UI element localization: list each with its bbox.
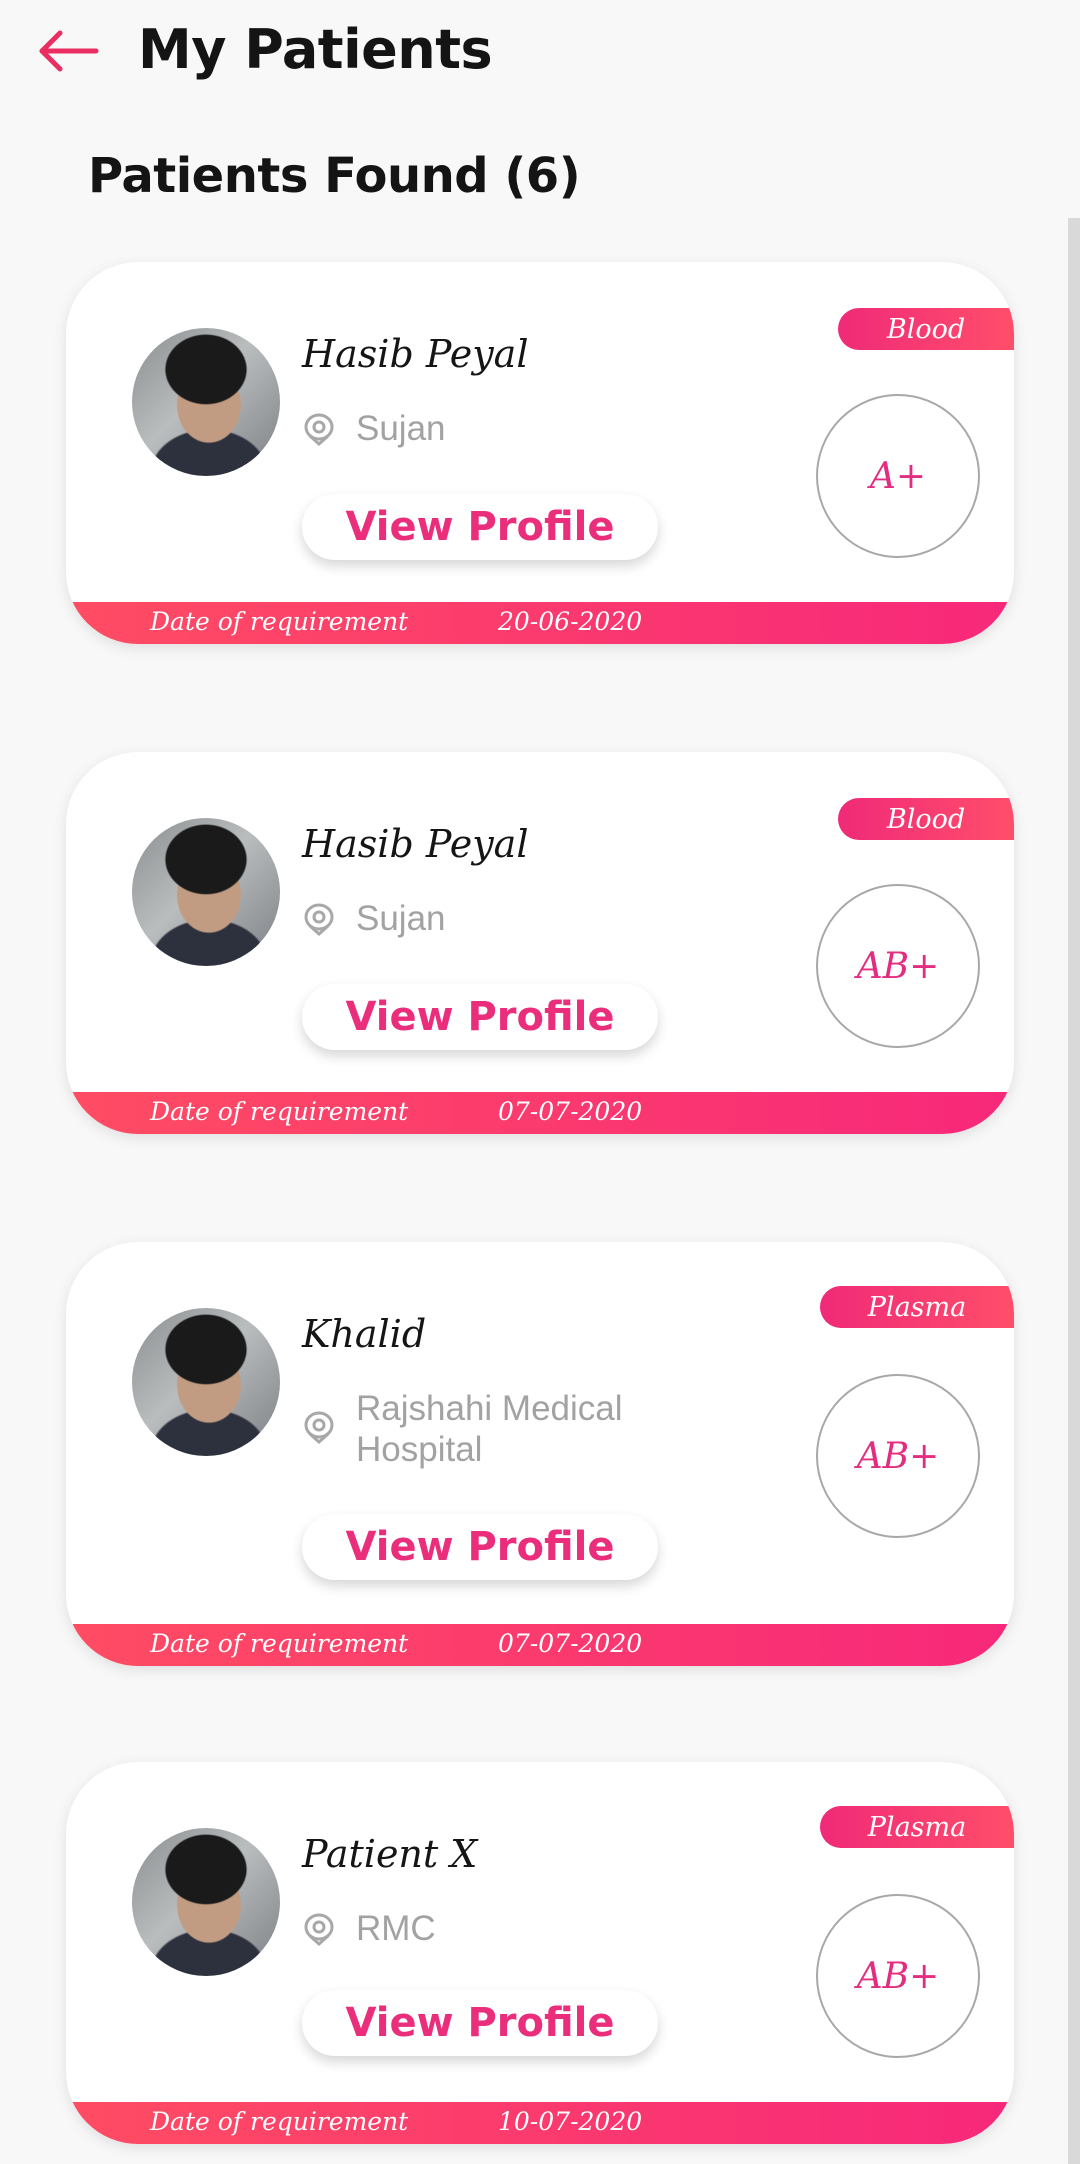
patient-card[interactable]: Patient X RMC View Profile Plasma AB+ Da… (66, 1762, 1014, 2144)
date-of-requirement-bar: Date of requirement 07-07-2020 (66, 1092, 1014, 1134)
patient-location: Sujan (356, 409, 446, 448)
date-label: Date of requirement (150, 607, 409, 636)
patient-name: Hasib Peyal (302, 822, 529, 866)
patient-card[interactable]: Khalid Rajshahi Medical Hospital View Pr… (66, 1242, 1014, 1666)
view-profile-button[interactable]: View Profile (302, 494, 658, 560)
date-value: 20-06-2020 (498, 607, 643, 636)
location-pin-icon (304, 413, 334, 446)
arrow-left-icon (39, 30, 99, 72)
patient-location: RMC (356, 1909, 436, 1948)
view-profile-button[interactable]: View Profile (302, 984, 658, 1050)
view-profile-button[interactable]: View Profile (302, 1990, 658, 2056)
donation-type-badge: Blood (838, 798, 1014, 840)
donation-type-badge: Plasma (820, 1806, 1014, 1848)
app-header: My Patients (0, 0, 1080, 110)
blood-group-circle: A+ (816, 394, 980, 558)
date-value: 10-07-2020 (498, 2107, 643, 2136)
view-profile-button[interactable]: View Profile (302, 1514, 658, 1580)
blood-group-circle: AB+ (816, 1374, 980, 1538)
date-value: 07-07-2020 (498, 1097, 643, 1126)
avatar (132, 818, 280, 966)
location-pin-icon (304, 903, 334, 936)
date-label: Date of requirement (150, 2107, 409, 2136)
date-label: Date of requirement (150, 1629, 409, 1658)
patient-name: Khalid (302, 1312, 427, 1356)
back-button[interactable] (38, 26, 100, 76)
avatar (132, 1828, 280, 1976)
blood-group-circle: AB+ (816, 1894, 980, 2058)
patient-card[interactable]: Hasib Peyal Sujan View Profile Blood AB+… (66, 752, 1014, 1134)
date-of-requirement-bar: Date of requirement 07-07-2020 (66, 1624, 1014, 1666)
donation-type-badge: Blood (838, 308, 1014, 350)
avatar (132, 328, 280, 476)
date-of-requirement-bar: Date of requirement 20-06-2020 (66, 602, 1014, 644)
patients-found-heading: Patients Found (6) (88, 148, 581, 204)
location-pin-icon (304, 1411, 334, 1444)
page-title: My Patients (138, 18, 493, 81)
avatar (132, 1308, 280, 1456)
donation-type-badge: Plasma (820, 1286, 1014, 1328)
patient-name: Patient X (302, 1832, 478, 1876)
patient-card[interactable]: Hasib Peyal Sujan View Profile Blood A+ … (66, 262, 1014, 644)
date-value: 07-07-2020 (498, 1629, 643, 1658)
blood-group-circle: AB+ (816, 884, 980, 1048)
patient-location: Rajshahi Medical Hospital (356, 1389, 623, 1469)
scrollbar[interactable] (1068, 218, 1080, 2164)
patient-location: Sujan (356, 899, 446, 938)
date-label: Date of requirement (150, 1097, 409, 1126)
location-pin-icon (304, 1913, 334, 1946)
date-of-requirement-bar: Date of requirement 10-07-2020 (66, 2102, 1014, 2144)
patient-name: Hasib Peyal (302, 332, 529, 376)
